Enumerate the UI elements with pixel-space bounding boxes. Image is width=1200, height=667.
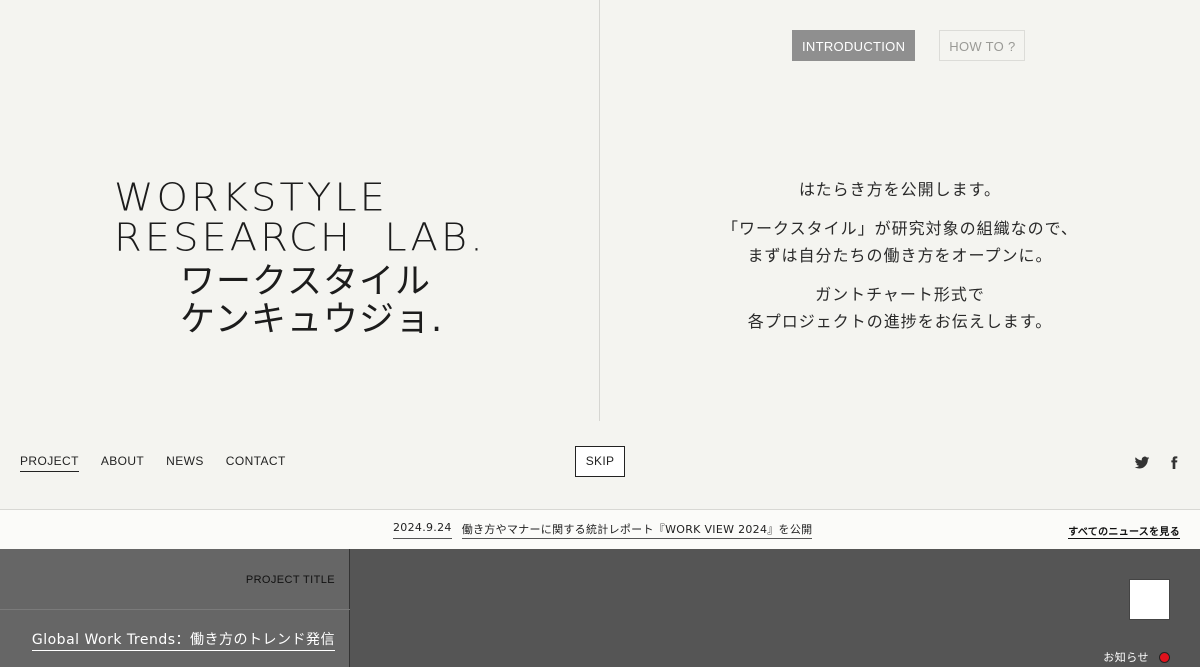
notice-label: お知らせ: [1103, 651, 1149, 664]
notice-toggle[interactable]: お知らせ: [1103, 649, 1170, 665]
intro-paragraph-1: はたらき方を公開します。: [600, 176, 1200, 203]
all-news-link[interactable]: すべてのニュースを見る: [1068, 523, 1180, 539]
site-logo[interactable]: WORKSTYLE RESEARCH LAB. ワークスタイル ケンキュウジョ.: [114, 176, 494, 339]
logo-en-line2: RESEARCH LAB.: [114, 216, 486, 260]
project-title-header: PROJECT TITLE: [245, 574, 335, 586]
intro-paragraph-3: ガントチャート形式で 各プロジェクトの進捗をお伝えします。: [600, 281, 1200, 335]
project-gantt-area: PROJECT TITLE Global Work Trends：働き方のトレン…: [0, 549, 1200, 667]
tab-how-to[interactable]: HOW TO ?: [939, 30, 1026, 61]
news-headline: 働き方やマナーに関する統計レポート『WORK VIEW 2024』を公開: [461, 521, 813, 539]
main-nav: PROJECT ABOUT NEWS CONTACT: [20, 454, 286, 472]
social-links: [1134, 455, 1182, 471]
intro-paragraph-2: 「ワークスタイル」が研究対象の組織なので、 まずは自分たちの働き方をオープンに。: [600, 215, 1200, 269]
nav-item-about[interactable]: ABOUT: [101, 454, 144, 472]
menu-toggle-button[interactable]: [1129, 579, 1170, 620]
news-bar: 2024.9.24 働き方やマナーに関する統計レポート『WORK VIEW 20…: [0, 509, 1200, 549]
twitter-icon[interactable]: [1134, 455, 1150, 471]
project-divider: [0, 609, 350, 610]
news-date: 2024.9.24: [393, 521, 452, 539]
intro-line: はたらき方を公開します。: [798, 180, 1002, 199]
intro-text: はたらき方を公開します。 「ワークスタイル」が研究対象の組織なので、 まずは自分…: [600, 176, 1200, 347]
logo-english: WORKSTYLE RESEARCH LAB.: [114, 178, 494, 258]
intro-line: 各プロジェクトの進捗をお伝えします。: [747, 312, 1053, 331]
skip-button[interactable]: SKIP: [575, 446, 625, 477]
logo-japanese: ワークスタイル ケンキュウジョ.: [114, 263, 494, 339]
nav-item-news[interactable]: NEWS: [166, 454, 204, 472]
tab-introduction[interactable]: INTRODUCTION: [792, 30, 916, 61]
logo-jp-line1: ワークスタイル: [180, 262, 431, 302]
nav-item-contact[interactable]: CONTACT: [226, 454, 286, 472]
project-list-panel: PROJECT TITLE Global Work Trends：働き方のトレン…: [0, 549, 350, 667]
nav-item-project[interactable]: PROJECT: [20, 454, 79, 472]
logo-jp-line2: ケンキュウジョ.: [180, 300, 444, 340]
hero-section: WORKSTYLE RESEARCH LAB. ワークスタイル ケンキュウジョ.…: [0, 0, 1200, 421]
news-item[interactable]: 2024.9.24 働き方やマナーに関する統計レポート『WORK VIEW 20…: [393, 521, 813, 539]
intro-line: 「ワークスタイル」が研究対象の組織なので、: [722, 219, 1078, 238]
facebook-icon[interactable]: [1166, 455, 1182, 471]
notice-dot-icon: [1159, 651, 1170, 663]
project-name-link[interactable]: Global Work Trends：働き方のトレンド発信: [31, 629, 335, 651]
logo-en-line1: WORKSTYLE: [114, 176, 388, 220]
intro-line: まずは自分たちの働き方をオープンに。: [747, 246, 1053, 265]
intro-line: ガントチャート形式で: [815, 285, 985, 304]
mode-tabs: INTRODUCTION HOW TO ?: [792, 30, 1026, 61]
